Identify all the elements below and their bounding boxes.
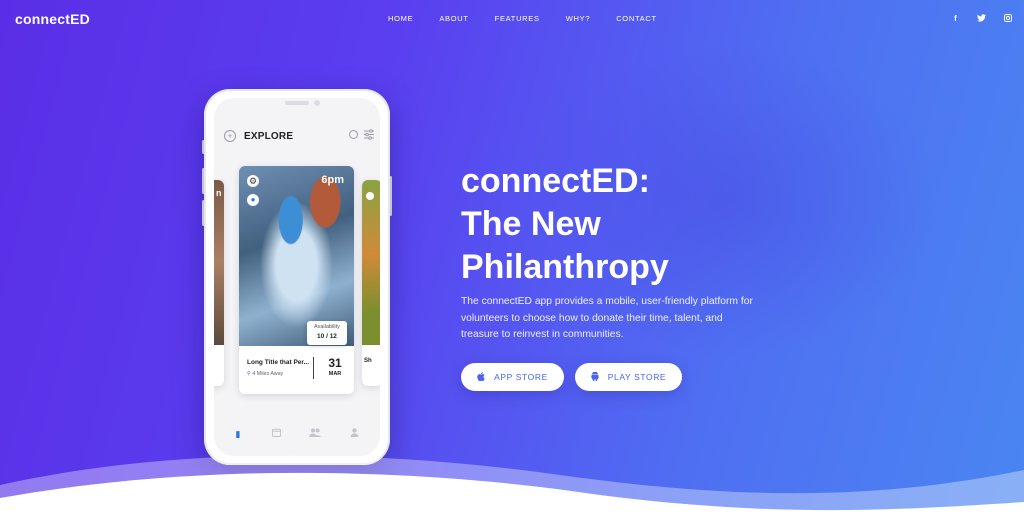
availability-value: 10 / 12 bbox=[317, 333, 337, 340]
event-distance: ⚲ 4 Miles Away bbox=[247, 371, 284, 377]
calendar-tab-icon[interactable] bbox=[270, 428, 282, 440]
event-photo bbox=[362, 180, 380, 345]
profile-tab-icon[interactable] bbox=[348, 428, 360, 440]
bottom-wave bbox=[0, 455, 1024, 521]
twitter-icon[interactable] bbox=[977, 14, 986, 23]
nav-link-about[interactable]: ABOUT bbox=[439, 14, 468, 23]
card-divider bbox=[313, 357, 314, 379]
instagram-icon[interactable] bbox=[1003, 14, 1012, 23]
location-pin-icon: ⚲ bbox=[247, 371, 251, 377]
hero-title-line-1: connectED: bbox=[461, 162, 650, 200]
play-store-button[interactable]: PLAY STORE bbox=[575, 363, 682, 391]
event-time: 6pm bbox=[321, 174, 344, 186]
filter-icon[interactable] bbox=[364, 129, 374, 141]
event-card-left-peek[interactable]: n bbox=[214, 180, 224, 386]
logo[interactable]: connectED bbox=[15, 11, 90, 27]
event-card-right-peek[interactable]: Sh bbox=[362, 180, 380, 386]
card-time-partial: n bbox=[216, 188, 222, 198]
settings-icon[interactable]: ⚙ bbox=[247, 175, 259, 187]
hero-title-line-2: The New bbox=[461, 205, 601, 243]
nav-link-why[interactable]: WHY? bbox=[566, 14, 590, 23]
event-title-partial: Sh bbox=[364, 358, 372, 364]
explore-header: + EXPLORE bbox=[224, 129, 374, 143]
nav-menu: HOME ABOUT FEATURES WHY? CONTACT bbox=[388, 14, 683, 23]
hero-title: connectED: The New Philanthropy bbox=[461, 160, 781, 289]
phone-camera bbox=[314, 100, 320, 106]
facebook-icon[interactable]: f bbox=[951, 14, 960, 23]
event-day: 31 bbox=[328, 356, 342, 370]
nav-link-home[interactable]: HOME bbox=[388, 14, 413, 23]
hero-description: The connectED app provides a mobile, use… bbox=[461, 296, 753, 340]
event-photo bbox=[214, 180, 224, 345]
phone-screen: + EXPLORE n 6pm ⚙ ● Availability 10 / 12… bbox=[214, 98, 380, 456]
event-month: MAR bbox=[328, 371, 342, 377]
drop-icon: ● bbox=[247, 194, 259, 206]
availability-label: Availability bbox=[314, 324, 340, 330]
explore-tab-icon[interactable]: ▮ bbox=[232, 428, 244, 440]
play-store-label: PLAY STORE bbox=[607, 372, 667, 382]
social-links: f bbox=[951, 14, 1012, 23]
availability-badge: Availability 10 / 12 bbox=[307, 321, 347, 345]
event-photo bbox=[239, 166, 354, 346]
groups-tab-icon[interactable] bbox=[309, 428, 321, 440]
explore-title: EXPLORE bbox=[244, 130, 294, 142]
event-card[interactable]: 6pm ⚙ ● Availability 10 / 12 Long Title … bbox=[239, 166, 354, 394]
apple-icon bbox=[477, 371, 485, 383]
hero-title-line-3: Philanthropy bbox=[461, 248, 669, 286]
app-store-button[interactable]: APP STORE bbox=[461, 363, 564, 391]
settings-icon bbox=[366, 192, 374, 200]
nav-link-features[interactable]: FEATURES bbox=[495, 14, 540, 23]
nav-link-contact[interactable]: CONTACT bbox=[616, 14, 657, 23]
add-icon[interactable]: + bbox=[224, 130, 236, 142]
search-icon[interactable] bbox=[349, 130, 358, 139]
android-icon bbox=[590, 371, 599, 383]
phone-speaker bbox=[285, 101, 309, 105]
top-navbar: connectED HOME ABOUT FEATURES WHY? CONTA… bbox=[0, 0, 1024, 38]
event-title: Long Title that Per... bbox=[247, 359, 309, 366]
phone-mockup: + EXPLORE n 6pm ⚙ ● Availability 10 / 12… bbox=[204, 89, 390, 465]
app-store-label: APP STORE bbox=[494, 372, 548, 382]
